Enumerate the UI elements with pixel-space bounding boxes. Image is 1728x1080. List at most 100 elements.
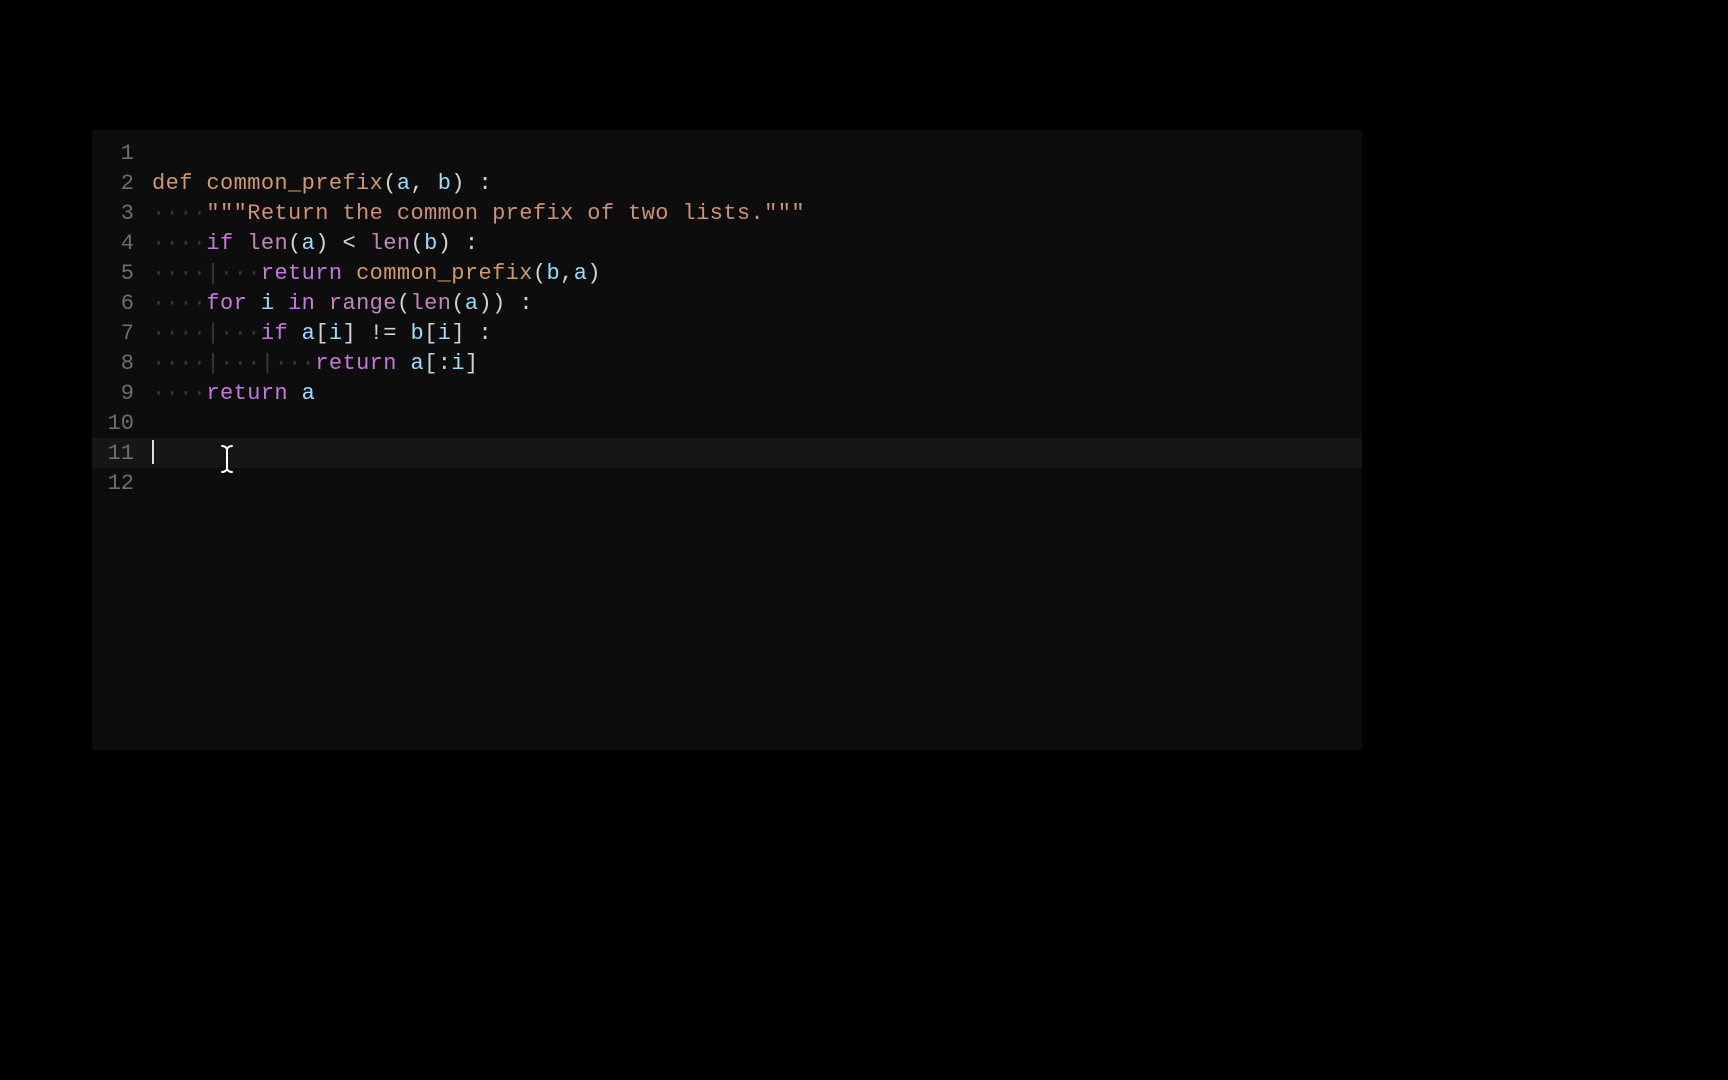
token: a [574,261,588,286]
token: ···· [152,201,206,226]
code-content[interactable]: ····|···|···return a[:i] [152,351,479,376]
token: ···· [152,261,206,286]
code-line[interactable]: 9····return a [92,378,1362,408]
token: ] [465,351,479,376]
token: a [302,231,316,256]
token: return [206,381,301,406]
token: len [411,291,452,316]
token: b [438,171,452,196]
code-content[interactable]: ····if len(a) < len(b) : [152,231,479,256]
code-content[interactable]: ····|···if a[i] != b[i] : [152,321,492,346]
token: ( [533,261,547,286]
token: if [206,231,247,256]
code-content[interactable]: ····for i in range(len(a)) : [152,291,533,316]
token: a [397,171,411,196]
token: ] : [451,321,492,346]
code-line[interactable]: 10 [92,408,1362,438]
token: a [302,321,316,346]
code-content[interactable] [152,441,154,466]
token: i [261,291,275,316]
token: ···· [152,291,206,316]
token: """Return the common prefix of two lists… [206,201,805,226]
text-caret [152,440,154,464]
code-line[interactable]: 1 [92,138,1362,168]
line-number: 4 [92,231,152,256]
line-number: 11 [92,441,152,466]
token: ··· [220,321,261,346]
token: | [206,261,220,286]
line-number: 7 [92,321,152,346]
token: | [206,321,220,346]
code-line[interactable]: 6····for i in range(len(a)) : [92,288,1362,318]
token: [: [424,351,451,376]
line-number: 8 [92,351,152,376]
code-line[interactable]: 8····|···|···return a[:i] [92,348,1362,378]
token: ···· [152,381,206,406]
line-number: 1 [92,141,152,166]
token: ···· [152,351,206,376]
code-content[interactable]: ····|···return common_prefix(b,a) [152,261,601,286]
code-line[interactable]: 12 [92,468,1362,498]
token: )) : [479,291,533,316]
token: i [451,351,465,376]
token: i [438,321,452,346]
code-editor[interactable]: 12def common_prefix(a, b) :3····"""Retur… [92,130,1362,750]
line-number: 10 [92,411,152,436]
token: a [302,381,316,406]
line-number: 2 [92,171,152,196]
code-line[interactable]: 11 [92,438,1362,468]
code-line[interactable]: 2def common_prefix(a, b) : [92,168,1362,198]
token: for [206,291,260,316]
token: ( [411,231,425,256]
token: [ [424,321,438,346]
code-content[interactable]: def common_prefix(a, b) : [152,171,492,196]
code-content[interactable]: ····"""Return the common prefix of two l… [152,201,805,226]
token: [ [315,321,329,346]
token: common_prefix [206,171,383,196]
token: ···· [152,231,206,256]
token: b [424,231,438,256]
token: ( [397,291,411,316]
token: ( [288,231,302,256]
code-line[interactable]: 5····|···return common_prefix(b,a) [92,258,1362,288]
token: | [206,351,220,376]
token: len [247,231,288,256]
token: ) : [451,171,492,196]
token: len [370,231,411,256]
token: b [411,321,425,346]
code-line[interactable]: 4····if len(a) < len(b) : [92,228,1362,258]
token: i [329,321,343,346]
token: ··· [220,261,261,286]
line-number: 6 [92,291,152,316]
line-number: 5 [92,261,152,286]
token: ( [451,291,465,316]
token: return [261,261,356,286]
token: ( [383,171,397,196]
token: ) < [315,231,369,256]
code-line[interactable]: 7····|···if a[i] != b[i] : [92,318,1362,348]
token: common_prefix [356,261,533,286]
token: | [261,351,275,376]
token: ) [587,261,601,286]
token: ··· [220,351,261,376]
token: return [315,351,410,376]
token: range [329,291,397,316]
token: a [465,291,479,316]
token: ] != [342,321,410,346]
token: ) : [438,231,479,256]
line-number: 3 [92,201,152,226]
token: if [261,321,302,346]
token: , [410,171,437,196]
token: ···· [152,321,206,346]
token: ··· [274,351,315,376]
line-number: 9 [92,381,152,406]
token: in [274,291,328,316]
code-content[interactable]: ····return a [152,381,315,406]
code-lines[interactable]: 12def common_prefix(a, b) :3····"""Retur… [92,130,1362,498]
code-line[interactable]: 3····"""Return the common prefix of two … [92,198,1362,228]
token: def [152,171,206,196]
token: , [560,261,574,286]
token: a [410,351,424,376]
token: b [547,261,561,286]
line-number: 12 [92,471,152,496]
